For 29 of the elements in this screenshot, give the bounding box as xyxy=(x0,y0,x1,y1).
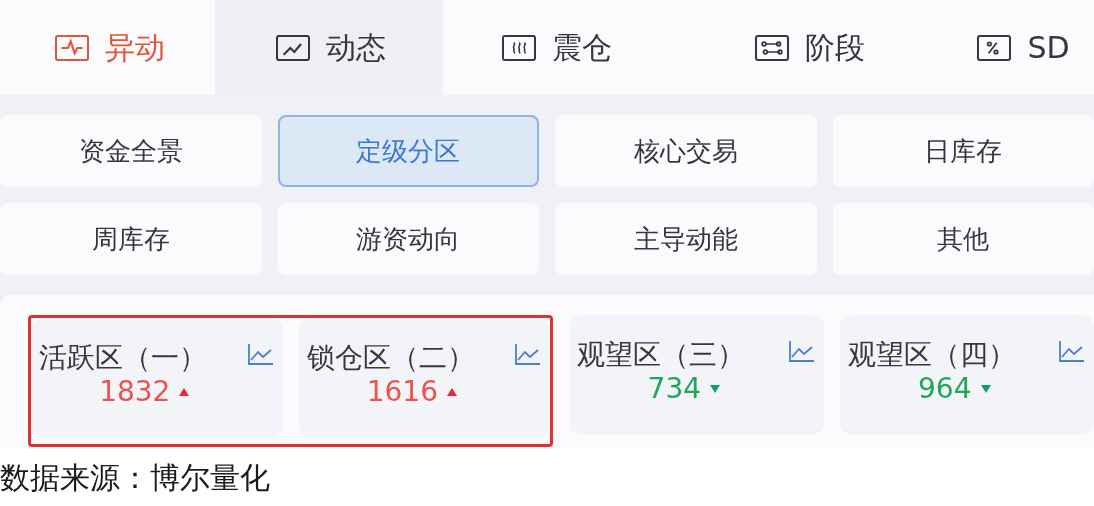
zone-value: 1832 xyxy=(99,374,171,410)
category-button[interactable]: 定级分区 xyxy=(277,115,539,187)
line-chart-icon[interactable] xyxy=(1058,339,1086,363)
tab[interactable]: 震仓 xyxy=(443,0,667,95)
category-button[interactable]: 其他 xyxy=(832,203,1094,275)
zone-card[interactable]: 活跃区（一） 1832 xyxy=(31,318,283,438)
line-chart-icon[interactable] xyxy=(514,342,543,366)
zone-card[interactable]: 锁仓区（二） 1616 xyxy=(298,318,551,438)
zone-value: 964 xyxy=(918,371,972,407)
category-button[interactable]: 周库存 xyxy=(0,203,262,275)
tab[interactable]: 阶段 xyxy=(667,0,949,95)
zone-title: 观望区（四） xyxy=(847,339,1016,371)
category-button[interactable]: 游资动向 xyxy=(277,203,539,275)
zone-value: 1616 xyxy=(366,374,438,410)
category-button[interactable]: 日库存 xyxy=(832,115,1094,187)
zone-value: 734 xyxy=(647,371,702,407)
tab[interactable]: SD xyxy=(949,0,1094,95)
category-button[interactable]: 核心交易 xyxy=(555,115,817,187)
line-chart-icon[interactable] xyxy=(787,339,816,363)
zone-title: 观望区（三） xyxy=(577,339,746,371)
category-button[interactable]: 资金全景 xyxy=(0,115,262,187)
zone-title: 锁仓区（二） xyxy=(306,342,475,374)
tab[interactable]: 动态 xyxy=(215,0,443,95)
zone-card[interactable]: 观望区（四） 964 xyxy=(839,315,1094,435)
line-chart-icon[interactable] xyxy=(246,342,275,366)
category-button[interactable]: 主导动能 xyxy=(555,203,817,275)
source-note: 数据来源：博尔量化 xyxy=(0,458,270,497)
zone-title: 活跃区（一） xyxy=(39,342,207,374)
zone-card[interactable]: 观望区（三） 734 xyxy=(569,315,824,435)
